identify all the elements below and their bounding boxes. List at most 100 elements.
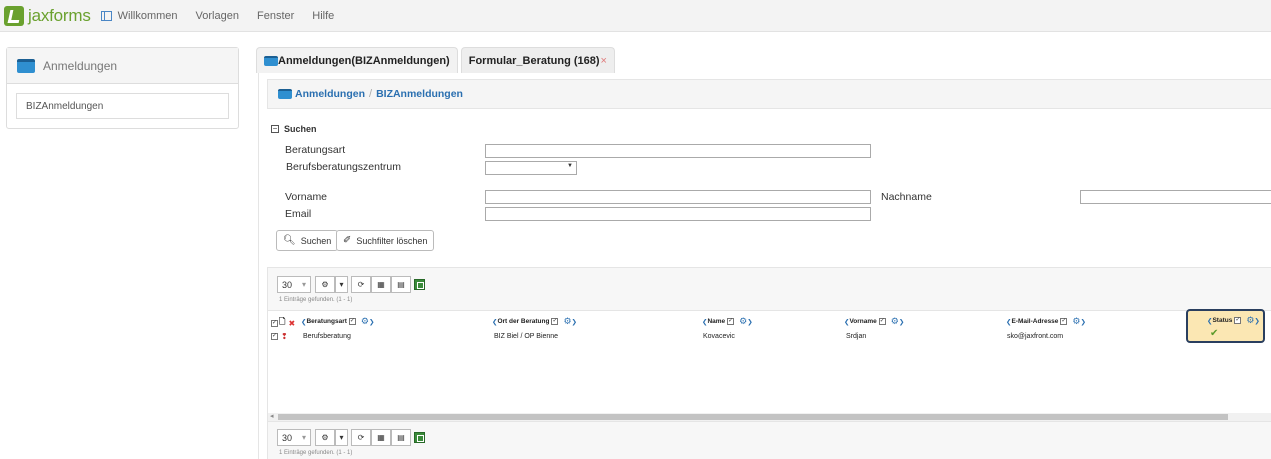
delete-icon[interactable]: ✖ [288, 319, 295, 328]
left-panel-title: Anmeldungen [43, 58, 118, 73]
collapse-icon: − [271, 124, 279, 133]
gear-icon[interactable]: ⚙ [361, 316, 369, 327]
column-checkbox[interactable] [878, 317, 886, 325]
results-count: 1 Einträge gefunden. (1 - 1) [279, 450, 353, 456]
search-icon: 🔍︎ [283, 235, 296, 246]
row-checkbox[interactable] [271, 332, 278, 340]
results-grid: 30 ⚙ ▾ ⟳ ▦ ▤ 1 Einträge gefunden. (1 - 1… [267, 267, 1271, 459]
app-logo[interactable]: jaxforms [4, 5, 91, 26]
column-checkbox[interactable] [1234, 316, 1242, 324]
vorname-label: Vorname [285, 191, 328, 203]
gear-icon[interactable]: ⚙ [315, 276, 335, 293]
column-checkbox[interactable] [551, 317, 559, 325]
zentrum-select[interactable] [485, 161, 577, 175]
table-view-icon[interactable]: ▤ [391, 276, 411, 293]
search-button[interactable]: 🔍︎ Suchen [276, 230, 339, 251]
breadcrumb-current[interactable]: BIZAnmeldungen [376, 88, 463, 100]
left-panel-header: Anmeldungen [7, 48, 238, 84]
column-checkbox[interactable] [1060, 317, 1068, 325]
nachname-input[interactable] [1080, 190, 1271, 204]
email-label: Email [285, 208, 312, 220]
column-header-email[interactable]: ❮ E-Mail-Adresse ⚙ ❯ [1006, 316, 1086, 327]
nachname-label: Nachname [881, 191, 932, 203]
column-checkbox[interactable] [348, 317, 356, 325]
cell-email: sko@jaxfront.com [1007, 333, 1064, 340]
breadcrumb-root[interactable]: Anmeldungen [295, 88, 365, 100]
status-check-icon: ✔ [1210, 328, 1219, 339]
main-panel: Anmeldungen / BIZAnmeldungen − Suchen Be… [258, 73, 1271, 459]
clear-filter-button[interactable]: ✐ Suchfilter löschen [336, 230, 435, 251]
breadcrumb-separator: / [369, 88, 373, 100]
refresh-icon[interactable]: ⟳ [351, 429, 371, 446]
table-view-icon[interactable]: ▤ [391, 429, 411, 446]
sort-right-icon: ❯ [571, 318, 577, 326]
horizontal-scrollbar[interactable]: ◂ [268, 413, 1271, 421]
beratungsart-input[interactable] [485, 144, 871, 158]
folder-icon [278, 89, 292, 99]
gear-icon[interactable]: ⚙ [1246, 315, 1254, 326]
status-column-highlight: ❮ Status ⚙ ❯ ✔ [1186, 309, 1265, 343]
column-label: Status [1212, 317, 1233, 324]
cell-ort: BIZ Biel / OP Bienne [494, 333, 559, 340]
excel-export-icon[interactable] [414, 279, 425, 290]
results-count: 1 Einträge gefunden. (1 - 1) [279, 297, 353, 303]
page-size-select[interactable]: 30 [277, 429, 311, 446]
email-input[interactable] [485, 207, 871, 221]
cell-beratungsart: Berufsberatung [303, 333, 351, 340]
top-pager: 30 ⚙ ▾ ⟳ ▦ ▤ [277, 276, 425, 293]
excel-export-icon[interactable] [414, 432, 425, 443]
column-header-vorname[interactable]: ❮ Vorname ⚙ ❯ [844, 316, 904, 327]
gear-icon[interactable]: ⚙ [891, 316, 899, 327]
jaxforms-logo-icon [4, 5, 24, 26]
column-label: Name [707, 318, 726, 325]
folder-icon [264, 55, 278, 66]
search-section-title: Suchen [284, 124, 317, 134]
scroll-left-icon[interactable]: ◂ [270, 412, 274, 420]
new-document-icon[interactable]: 🗋 [279, 316, 285, 330]
menu-willkommen[interactable]: Willkommen [118, 10, 178, 22]
gear-icon[interactable]: ⚙ [739, 316, 747, 327]
tab-label: Anmeldungen(BIZAnmeldungen) [278, 54, 450, 67]
cell-name: Kovacevic [703, 333, 735, 340]
tab-formular-beratung[interactable]: Formular_Beratung (168) × [460, 47, 615, 73]
column-header-beratungsart[interactable]: ❮ Beratungsart ⚙ ❯ [301, 316, 374, 327]
row-select[interactable]: ❢ [270, 332, 288, 341]
column-header-status[interactable]: ❮ Status ⚙ ❯ [1207, 315, 1260, 326]
select-all-checkbox[interactable] [271, 319, 278, 327]
sort-right-icon: ❯ [898, 318, 905, 326]
refresh-icon[interactable]: ⟳ [351, 276, 371, 293]
search-section-toggle[interactable]: − Suchen [271, 124, 317, 134]
column-header-ort[interactable]: ❮ Ort der Beratung ⚙ ❯ [492, 316, 577, 327]
grid-view-icon[interactable]: ▦ [371, 429, 391, 446]
close-icon[interactable]: × [601, 55, 607, 67]
column-label: Vorname [849, 318, 877, 325]
chevron-down-icon[interactable]: ▾ [335, 429, 348, 446]
column-checkbox[interactable] [727, 317, 735, 325]
gear-icon[interactable]: ⚙ [563, 316, 571, 327]
scrollbar-thumb[interactable] [278, 414, 1228, 420]
chevron-down-icon[interactable]: ▾ [335, 276, 348, 293]
menu-fenster[interactable]: Fenster [257, 10, 294, 22]
gear-icon[interactable]: ⚙ [315, 429, 335, 446]
tab-anmeldungen[interactable]: Anmeldungen(BIZAnmeldungen) [256, 47, 458, 73]
page-size-select[interactable]: 30 [277, 276, 311, 293]
header-select-all[interactable]: 🗋 ✖ [270, 316, 295, 330]
column-header-name[interactable]: ❮ Name ⚙ ❯ [702, 316, 753, 327]
menu-hilfe[interactable]: Hilfe [312, 10, 334, 22]
menu-vorlagen[interactable]: Vorlagen [196, 10, 239, 22]
tab-label: Formular_Beratung (168) [468, 54, 600, 67]
gear-icon[interactable]: ⚙ [1072, 316, 1080, 327]
sort-right-icon: ❯ [369, 318, 375, 326]
sort-right-icon: ❯ [1254, 317, 1260, 325]
grid-footer: 30 ⚙ ▾ ⟳ ▦ ▤ 1 Einträge gefunden. (1 - 1… [268, 421, 1271, 459]
panel-toggle-icon[interactable] [100, 10, 112, 21]
column-label: Beratungsart [306, 318, 347, 325]
vorname-input[interactable] [485, 190, 871, 204]
logo-text: jaxforms [28, 5, 91, 25]
grid-view-icon[interactable]: ▦ [371, 276, 391, 293]
pin-icon[interactable]: ❢ [281, 332, 288, 341]
left-panel-item-bizanmeldungen[interactable]: BIZAnmeldungen [16, 93, 229, 119]
column-label: Ort der Beratung [497, 318, 550, 325]
left-panel: Anmeldungen BIZAnmeldungen [6, 47, 239, 129]
grid-toolbar: 30 ⚙ ▾ ⟳ ▦ ▤ 1 Einträge gefunden. (1 - 1… [268, 268, 1271, 311]
